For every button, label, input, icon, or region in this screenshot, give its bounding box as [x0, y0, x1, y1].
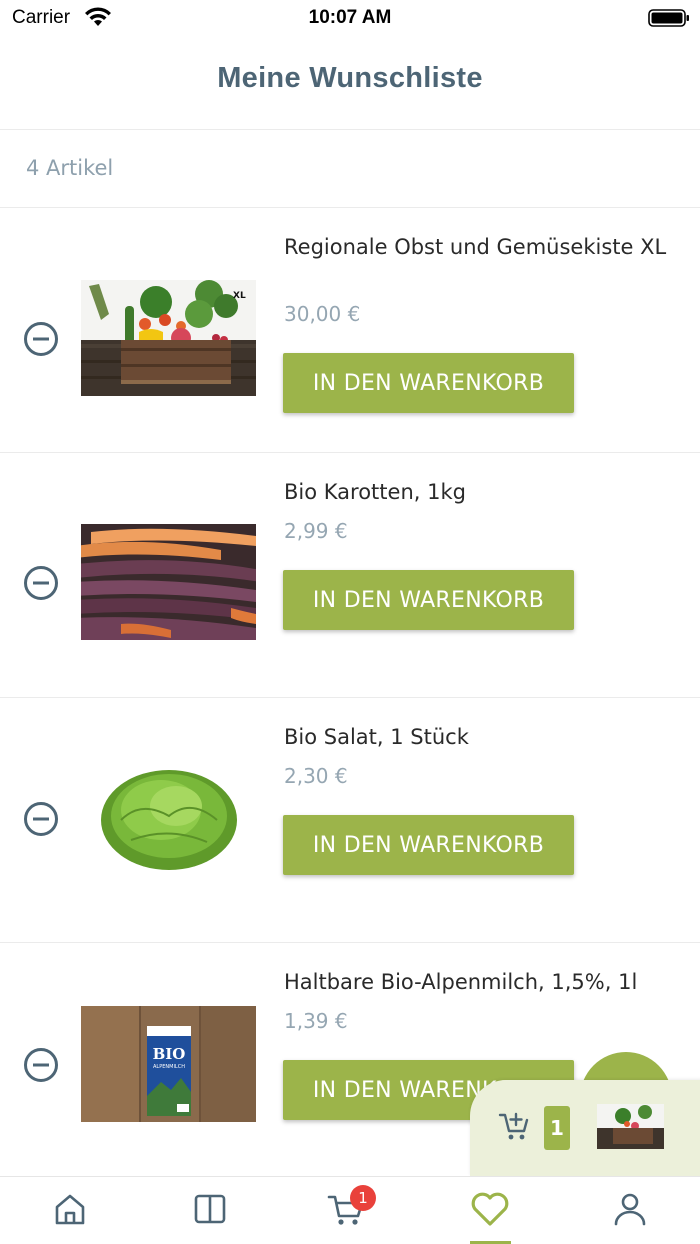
remove-circle-icon[interactable]	[23, 1047, 59, 1083]
product-image[interactable]	[81, 524, 256, 640]
product-name[interactable]: Regionale Obst und Gemüsekiste XL	[284, 234, 674, 261]
add-to-cart-button[interactable]: IN DEN WARENKORB	[283, 353, 574, 413]
remove-circle-icon[interactable]	[23, 565, 59, 601]
product-price: 2,99 €	[284, 519, 348, 543]
remove-circle-icon[interactable]	[23, 321, 59, 357]
user-icon	[614, 1193, 646, 1226]
wishlist-list: XL Regionale Obst und Gemüsekiste XL 30,…	[0, 208, 700, 1188]
page-title: Meine Wunschliste	[217, 62, 483, 94]
header: Meine Wunschliste	[0, 36, 700, 130]
product-image[interactable]	[81, 760, 256, 876]
mini-cart-thumbnail	[597, 1104, 664, 1149]
cart-add-icon	[498, 1112, 529, 1140]
product-price: 30,00 €	[284, 302, 361, 326]
wishlist-summary: 4 Artikel	[0, 130, 700, 208]
xl-badge: XL	[233, 291, 246, 301]
tab-wishlist[interactable]	[470, 1189, 510, 1229]
product-price: 2,30 €	[284, 764, 348, 788]
add-to-cart-button[interactable]: IN DEN WARENKORB	[283, 815, 574, 875]
status-bar: Carrier 10:07 AM	[0, 0, 700, 36]
heart-icon	[471, 1192, 509, 1226]
product-name[interactable]: Bio Karotten, 1kg	[284, 479, 674, 506]
tab-catalog[interactable]	[190, 1189, 230, 1229]
tab-bar: 1	[0, 1176, 700, 1244]
list-item: XL Regionale Obst und Gemüsekiste XL 30,…	[0, 208, 700, 453]
milk-pack-sublabel: ALPENMILCH	[153, 1064, 185, 1070]
catalog-icon	[194, 1194, 226, 1224]
milk-pack-label: BIO	[153, 1045, 186, 1063]
tab-account[interactable]	[610, 1189, 650, 1229]
product-image[interactable]: XL	[81, 280, 256, 396]
cart-badge: 1	[350, 1185, 376, 1211]
list-item: Bio Karotten, 1kg 2,99 € IN DEN WARENKOR…	[0, 453, 700, 698]
tab-home[interactable]	[50, 1189, 90, 1229]
item-count: 4 Artikel	[26, 156, 114, 180]
list-item: Bio Salat, 1 Stück 2,30 € IN DEN WARENKO…	[0, 698, 700, 943]
battery-icon	[648, 9, 689, 27]
product-price: 1,39 €	[284, 1009, 348, 1033]
clock: 10:07 AM	[308, 7, 392, 28]
mini-cart-count: 1	[544, 1106, 570, 1150]
add-to-cart-button[interactable]: IN DEN WARENKORB	[283, 570, 574, 630]
home-icon	[55, 1194, 85, 1225]
product-image[interactable]: BIO ALPENMILCH	[81, 1006, 256, 1122]
product-name[interactable]: Bio Salat, 1 Stück	[284, 724, 674, 751]
mini-cart[interactable]: 1	[470, 1080, 700, 1176]
remove-circle-icon[interactable]	[23, 801, 59, 837]
product-name[interactable]: Haltbare Bio-Alpenmilch, 1,5%, 1l	[284, 969, 674, 996]
